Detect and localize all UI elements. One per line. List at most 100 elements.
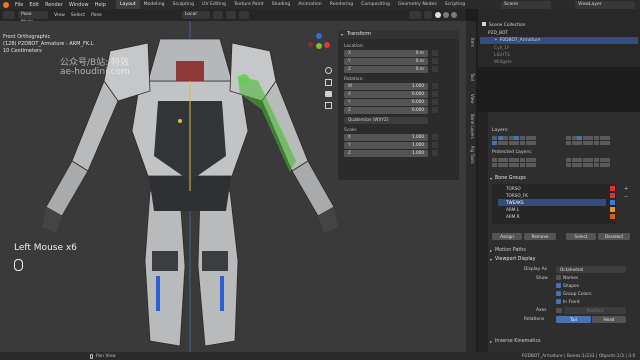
tab-tool[interactable]: Tool <box>467 69 475 85</box>
navigation-gizmo[interactable] <box>306 33 332 59</box>
tab-shading[interactable]: Shading <box>268 0 295 9</box>
rotation-mode-dropdown[interactable]: Quaternion (WXYZ) <box>344 117 428 124</box>
tab-rendering[interactable]: Rendering <box>326 0 357 9</box>
transform-header[interactable]: Transform <box>347 32 371 37</box>
bone-layers-grid[interactable] <box>492 136 537 145</box>
relations-head-button[interactable]: Head <box>592 316 626 323</box>
group-color-swatch[interactable] <box>610 207 615 212</box>
snap-button[interactable] <box>225 11 236 19</box>
lock-rotation-w-icon[interactable] <box>432 83 438 89</box>
pivot-button[interactable] <box>212 11 223 19</box>
blender-logo-icon[interactable] <box>3 1 9 8</box>
rotation-z-field[interactable]: Z 0.000 <box>344 107 428 114</box>
bone-group-row[interactable]: ARM.L <box>498 206 606 213</box>
rotation-y-field[interactable]: Y 0.000 <box>344 99 428 106</box>
axes-position-field[interactable]: Position <box>564 307 626 314</box>
viewlayer-selector[interactable]: ViewLayer <box>575 0 635 9</box>
display-as-dropdown[interactable]: Octahedral <box>556 266 626 273</box>
add-group-icon[interactable]: + <box>624 186 628 192</box>
tab-modeling[interactable]: Modeling <box>140 0 169 9</box>
perspective-toggle-icon[interactable] <box>325 102 332 109</box>
tab-rig-tools[interactable]: Rig Tools <box>467 143 475 167</box>
bone-group-row[interactable]: TORSO <box>498 185 606 192</box>
group-colors-checkbox[interactable]: Group Colors <box>556 291 592 297</box>
protected-layers-grid[interactable] <box>492 158 537 167</box>
bone-group-row-selected[interactable]: TWEAKS <box>498 199 606 206</box>
gizmo-x-icon[interactable] <box>324 42 330 48</box>
names-checkbox[interactable]: Names <box>556 275 578 281</box>
lock-scale-x-icon[interactable] <box>432 134 438 140</box>
lock-location-x-icon[interactable] <box>432 50 438 56</box>
rotation-x-field[interactable]: X 0.000 <box>344 91 428 98</box>
camera-icon[interactable] <box>325 91 332 97</box>
select-button[interactable]: Select <box>566 233 596 240</box>
viewport-display-header[interactable]: ▾ Viewport Display <box>490 255 535 263</box>
editor-type-button[interactable] <box>3 11 15 19</box>
group-color-swatch[interactable] <box>610 186 615 191</box>
scale-x-field[interactable]: X 1.000 <box>344 134 428 141</box>
menu-edit[interactable]: Edit <box>29 2 39 8</box>
scene-selector[interactable]: Scene <box>501 0 551 9</box>
pan-icon[interactable] <box>325 79 332 86</box>
motion-paths-header[interactable]: ▸ Motion Paths <box>490 246 526 254</box>
shading-solid-icon[interactable] <box>434 12 441 18</box>
lock-rotation-z-icon[interactable] <box>432 107 438 113</box>
assign-button[interactable]: Assign <box>492 233 522 240</box>
lock-scale-z-icon[interactable] <box>432 150 438 156</box>
shading-rendered-icon[interactable] <box>450 12 457 18</box>
tab-texture-paint[interactable]: Texture Paint <box>230 0 268 9</box>
menu-window[interactable]: Window <box>69 2 89 8</box>
location-x-field[interactable]: X0 m <box>344 50 428 57</box>
tab-animation[interactable]: Animation <box>294 0 325 9</box>
collapse-arrow-icon[interactable]: ▾ <box>341 32 343 37</box>
outliner-row[interactable]: Cyli_1F <box>480 45 638 52</box>
relations-tail-button[interactable]: Tail <box>556 316 591 323</box>
gizmo-z-icon[interactable] <box>316 33 322 39</box>
tab-scripting[interactable]: Scripting <box>441 0 469 9</box>
bone-layers-grid-2[interactable] <box>566 136 611 145</box>
outliner-row[interactable]: LIGHTS <box>480 52 638 59</box>
remove-group-icon[interactable]: − <box>624 194 628 200</box>
orientation-selector[interactable]: Local <box>181 11 210 19</box>
tab-geometry-nodes[interactable]: Geometry Nodes <box>394 0 441 9</box>
bone-group-row[interactable]: TORSO_FK <box>498 192 606 199</box>
xray-button[interactable] <box>423 11 432 19</box>
tab-view[interactable]: View <box>467 91 475 107</box>
proportional-edit-button[interactable] <box>238 11 249 19</box>
bone-group-row[interactable]: ARM.R <box>498 213 606 220</box>
outliner-row[interactable]: P2D_BOT <box>480 30 638 37</box>
lock-rotation-x-icon[interactable] <box>432 91 438 97</box>
tab-layout[interactable]: Layout <box>116 0 140 9</box>
lock-scale-y-icon[interactable] <box>432 142 438 148</box>
group-color-swatch[interactable] <box>610 214 615 219</box>
gizmo-neg-x-icon[interactable] <box>308 42 313 47</box>
zoom-icon[interactable] <box>325 67 332 74</box>
group-color-swatch[interactable] <box>610 193 615 198</box>
shapes-checkbox[interactable]: Shapes <box>556 283 579 289</box>
location-y-field[interactable]: Y0 m <box>344 58 428 65</box>
scale-z-field[interactable]: Z 1.000 <box>344 150 428 157</box>
protected-layers-grid-2[interactable] <box>566 158 611 167</box>
menu-help[interactable]: Help <box>95 2 106 8</box>
in-front-checkbox[interactable]: In Front <box>556 299 580 305</box>
menu-view[interactable]: View <box>54 13 65 18</box>
lock-rotation-y-icon[interactable] <box>432 99 438 105</box>
outliner-scene-collection[interactable]: Scene Collection <box>480 22 638 29</box>
tab-compositing[interactable]: Compositing <box>357 0 394 9</box>
group-color-swatch[interactable] <box>610 200 615 205</box>
menu-render[interactable]: Render <box>45 2 63 8</box>
menu-pose[interactable]: Pose <box>91 13 102 18</box>
mode-selector[interactable]: Pose Mode <box>18 11 48 25</box>
axes-checkbox[interactable] <box>556 308 562 313</box>
menu-select[interactable]: Select <box>71 13 85 18</box>
lock-location-y-icon[interactable] <box>432 58 438 64</box>
location-z-field[interactable]: Z0 m <box>344 66 428 73</box>
outliner-row-armature[interactable]: ✦ P2DBOT_Armature <box>480 37 638 44</box>
menu-file[interactable]: File <box>15 2 23 8</box>
shading-material-icon[interactable] <box>442 12 449 18</box>
deselect-button[interactable]: Deselect <box>598 233 630 240</box>
gizmo-y-icon[interactable] <box>316 43 322 49</box>
bone-groups-header[interactable]: ▾ Bone Groups <box>490 174 526 182</box>
rotation-w-field[interactable]: W 1.000 <box>344 83 428 90</box>
lock-location-z-icon[interactable] <box>432 66 438 72</box>
